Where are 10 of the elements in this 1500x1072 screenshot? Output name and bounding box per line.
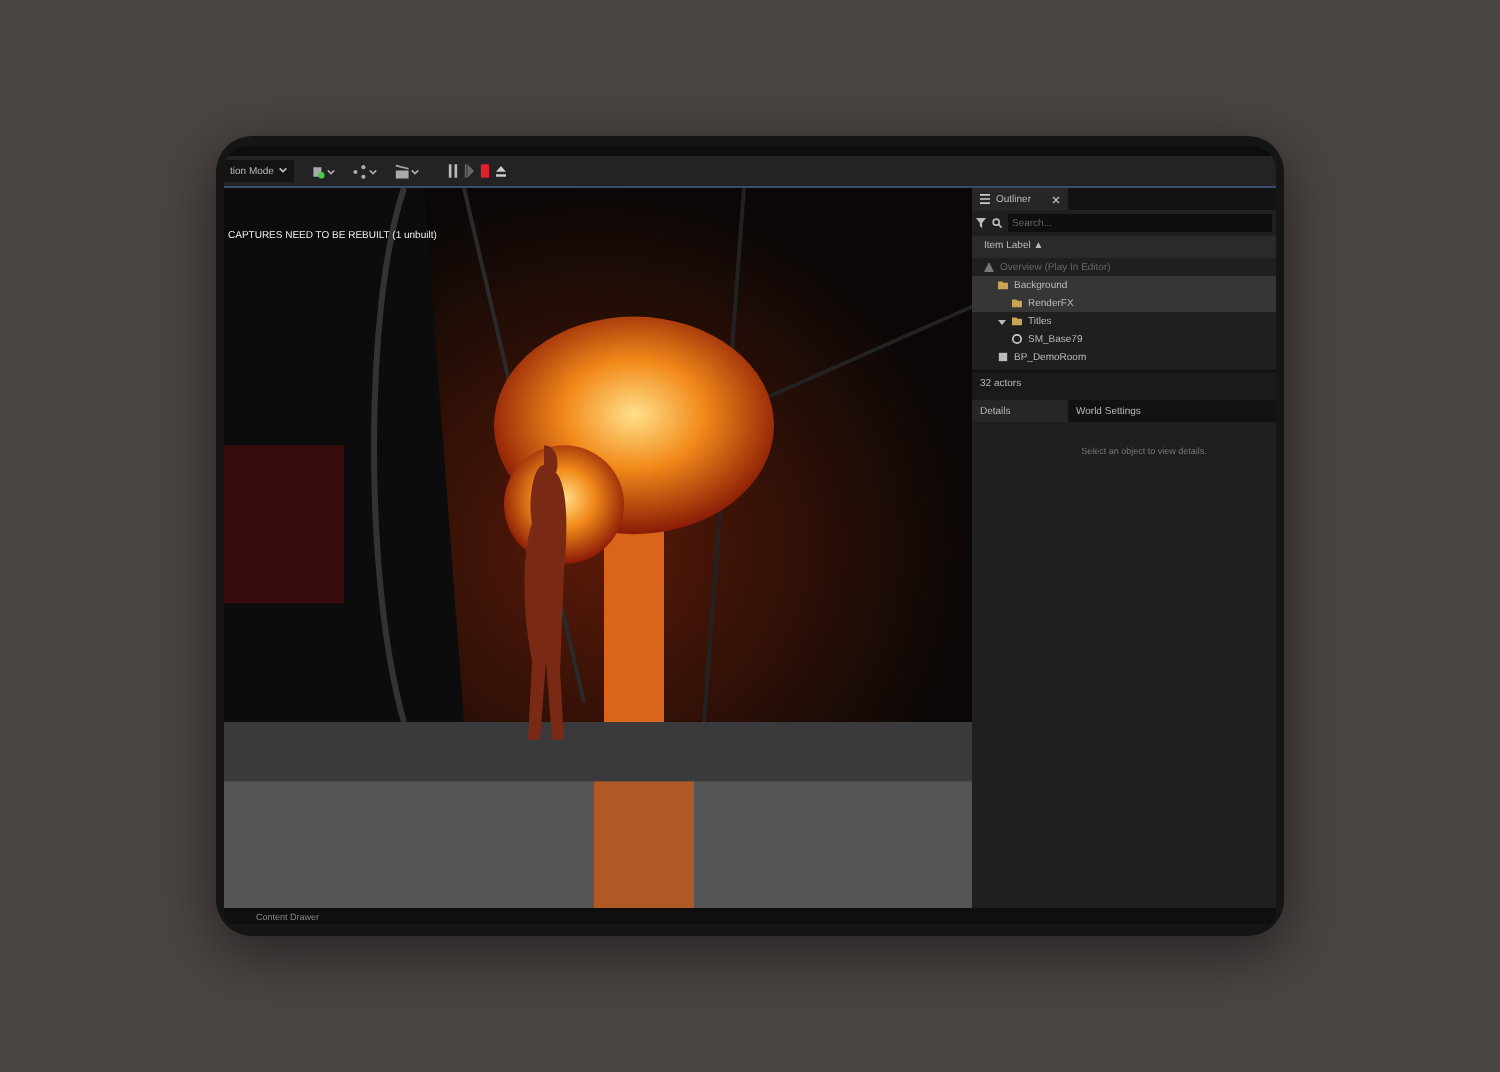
pause-icon[interactable] bbox=[447, 164, 458, 178]
search-icon bbox=[992, 218, 1002, 228]
filter-icon[interactable] bbox=[976, 218, 986, 228]
list-icon bbox=[980, 194, 990, 204]
clapper-icon[interactable] bbox=[393, 163, 420, 179]
actor-icon bbox=[998, 352, 1008, 362]
caret-icon bbox=[277, 165, 288, 173]
close-icon[interactable] bbox=[1052, 195, 1060, 203]
eject-icon[interactable] bbox=[495, 164, 506, 178]
add-actor-icon[interactable] bbox=[309, 163, 336, 179]
